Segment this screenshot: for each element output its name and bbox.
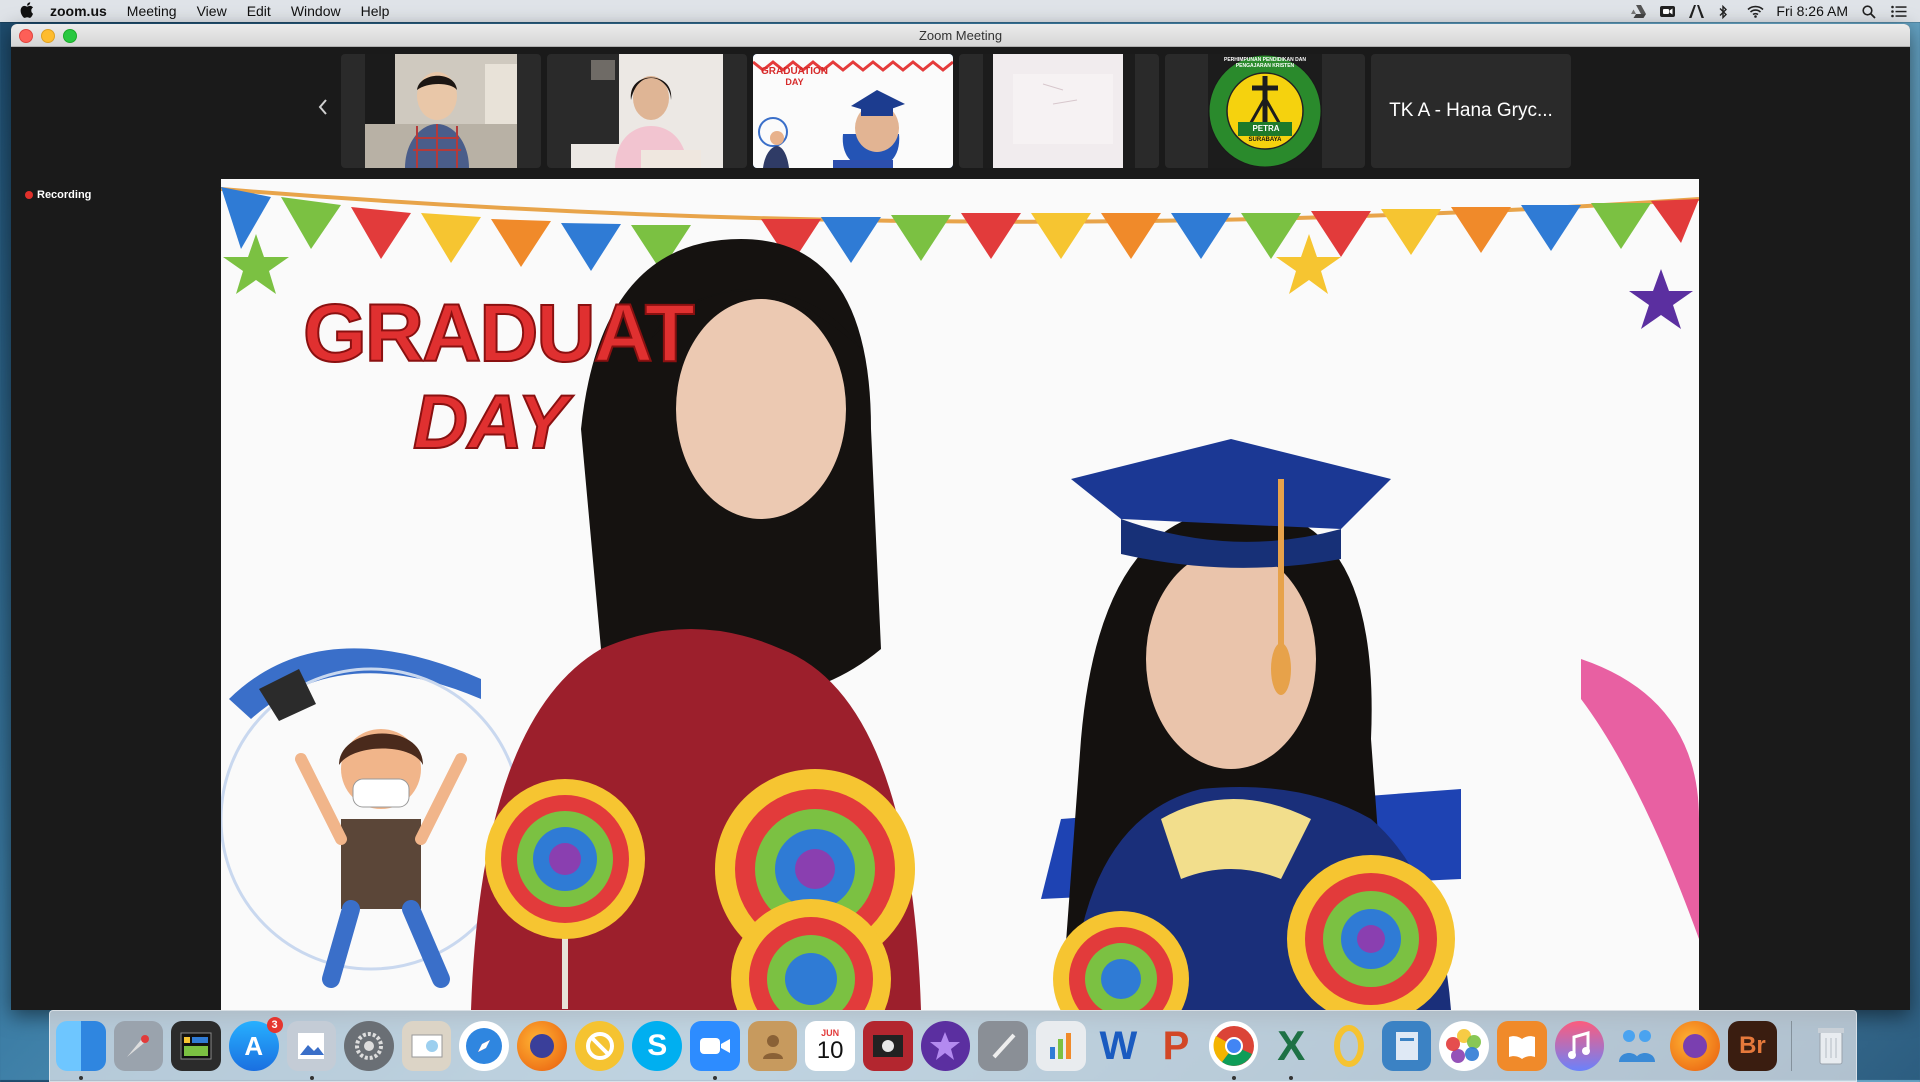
photo-booth-icon[interactable] bbox=[401, 1021, 452, 1071]
menu-window[interactable]: Window bbox=[291, 3, 341, 19]
participant-strip: GRADUATION DAY PETRA SURABAYA PERHIMPUNA… bbox=[341, 54, 1571, 168]
window-titlebar[interactable]: Zoom Meeting bbox=[11, 24, 1910, 47]
app-menu-zoom[interactable]: zoom.us bbox=[50, 3, 107, 19]
apple-icon[interactable] bbox=[18, 2, 36, 20]
app-store-badge: 3 bbox=[266, 1017, 283, 1033]
mini-banner-line2: DAY bbox=[785, 77, 804, 87]
chevron-left-icon bbox=[318, 99, 327, 115]
menubar-clock[interactable]: Fri 8:26 AM bbox=[1776, 3, 1848, 19]
family-icon[interactable] bbox=[1612, 1021, 1662, 1071]
zoom-window: Zoom Meeting Recording GRADUATION DAY PE… bbox=[11, 24, 1910, 1010]
word-icon[interactable]: W bbox=[1094, 1021, 1144, 1071]
participant-video: GRADUATION DAY bbox=[753, 54, 953, 168]
window-title: Zoom Meeting bbox=[918, 27, 1003, 43]
dock-separator bbox=[1791, 1021, 1793, 1071]
finder-icon[interactable] bbox=[56, 1021, 106, 1080]
school-logo-image: PETRA SURABAYA PERHIMPUNAN PENDIDIKAN DA… bbox=[1208, 54, 1322, 168]
recording-label: Recording bbox=[37, 189, 92, 201]
notification-center-icon[interactable] bbox=[1891, 5, 1907, 18]
finder-2-icon[interactable] bbox=[1381, 1021, 1432, 1071]
participant-tile[interactable]: GRADUATION DAY bbox=[753, 54, 953, 168]
participant-video bbox=[365, 54, 517, 168]
powerpoint-icon[interactable]: P bbox=[1151, 1021, 1201, 1071]
wifi-icon[interactable] bbox=[1747, 5, 1764, 18]
maximize-window-button[interactable] bbox=[63, 29, 77, 43]
firefox-icon[interactable] bbox=[517, 1021, 567, 1071]
menu-help[interactable]: Help bbox=[361, 3, 390, 19]
close-window-button[interactable] bbox=[19, 29, 33, 43]
participant-video bbox=[571, 54, 723, 168]
menu-meeting[interactable]: Meeting bbox=[127, 3, 177, 19]
banner-line1: GRADUAT bbox=[302, 287, 696, 380]
bridge-icon[interactable]: Br bbox=[1727, 1021, 1778, 1071]
logo-text-surabaya: SURABAYA bbox=[1248, 137, 1282, 143]
system-preferences-icon[interactable] bbox=[344, 1021, 394, 1071]
logo-text-petra: PETRA bbox=[1252, 124, 1280, 133]
bluetooth-icon[interactable] bbox=[1718, 4, 1733, 19]
logo-text-ring: PERHIMPUNAN PENDIDIKAN DAN PENGAJARAN KR… bbox=[1224, 57, 1306, 69]
participant-tile[interactable] bbox=[341, 54, 541, 168]
imovie-icon[interactable] bbox=[920, 1021, 971, 1071]
trash-icon[interactable] bbox=[1806, 1021, 1856, 1071]
contacts-icon[interactable] bbox=[747, 1021, 798, 1071]
participant-name: TK A - Hana Gryc... bbox=[1389, 100, 1553, 121]
participant-tile[interactable]: PETRA SURABAYA PERHIMPUNAN PENDIDIKAN DA… bbox=[1165, 54, 1365, 168]
gallery-prev-button[interactable] bbox=[313, 94, 333, 124]
activity-monitor-icon[interactable] bbox=[171, 1021, 221, 1071]
no-entry-app-icon[interactable] bbox=[574, 1021, 625, 1071]
recording-dot-icon bbox=[25, 191, 33, 199]
participant-video bbox=[983, 54, 1135, 168]
calendar-day: 10 bbox=[816, 1037, 844, 1064]
itunes-icon[interactable] bbox=[1554, 1021, 1605, 1071]
excel-icon[interactable]: X bbox=[1266, 1021, 1316, 1080]
photo-booth-2-icon[interactable] bbox=[862, 1021, 913, 1071]
zoom-status-icon[interactable] bbox=[1660, 5, 1676, 18]
numbers-icon[interactable] bbox=[1035, 1021, 1086, 1071]
launchpad-icon[interactable] bbox=[113, 1021, 164, 1071]
participant-tile[interactable]: TK A - Hana Gryc... bbox=[1371, 54, 1571, 168]
onedrive-icon[interactable] bbox=[1324, 1021, 1374, 1071]
mini-banner-line1: GRADUATION bbox=[761, 66, 829, 77]
skype-icon[interactable]: S bbox=[632, 1021, 683, 1071]
menu-bar: zoom.us Meeting View Edit Window Help Fr… bbox=[0, 0, 1920, 22]
zoom-icon[interactable] bbox=[690, 1021, 740, 1080]
firefox-2-icon[interactable] bbox=[1669, 1021, 1720, 1071]
minimize-window-button[interactable] bbox=[41, 29, 55, 43]
books-icon[interactable] bbox=[1497, 1021, 1547, 1071]
menu-edit[interactable]: Edit bbox=[247, 3, 271, 19]
script-editor-icon[interactable] bbox=[978, 1021, 1028, 1071]
dock: A 3 S JUN 10 W P X Br bbox=[49, 1010, 1857, 1082]
app-store-icon[interactable]: A 3 bbox=[228, 1017, 283, 1071]
preview-icon[interactable] bbox=[286, 1021, 337, 1080]
google-drive-icon[interactable] bbox=[1631, 4, 1647, 18]
calendar-icon[interactable]: JUN 10 bbox=[805, 1021, 855, 1071]
recording-indicator[interactable]: Recording bbox=[25, 189, 91, 201]
chrome-icon[interactable] bbox=[1208, 1021, 1259, 1080]
banner-line2: DAY bbox=[412, 379, 569, 466]
photos-icon[interactable] bbox=[1439, 1021, 1490, 1071]
active-speaker-video[interactable]: GRADUAT DAY bbox=[221, 179, 1699, 1010]
participant-tile[interactable] bbox=[547, 54, 747, 168]
adobe-icon[interactable] bbox=[1689, 4, 1705, 18]
menu-view[interactable]: View bbox=[197, 3, 227, 19]
participant-tile[interactable] bbox=[959, 54, 1159, 168]
safari-icon[interactable] bbox=[459, 1021, 510, 1071]
spotlight-icon[interactable] bbox=[1862, 4, 1877, 19]
